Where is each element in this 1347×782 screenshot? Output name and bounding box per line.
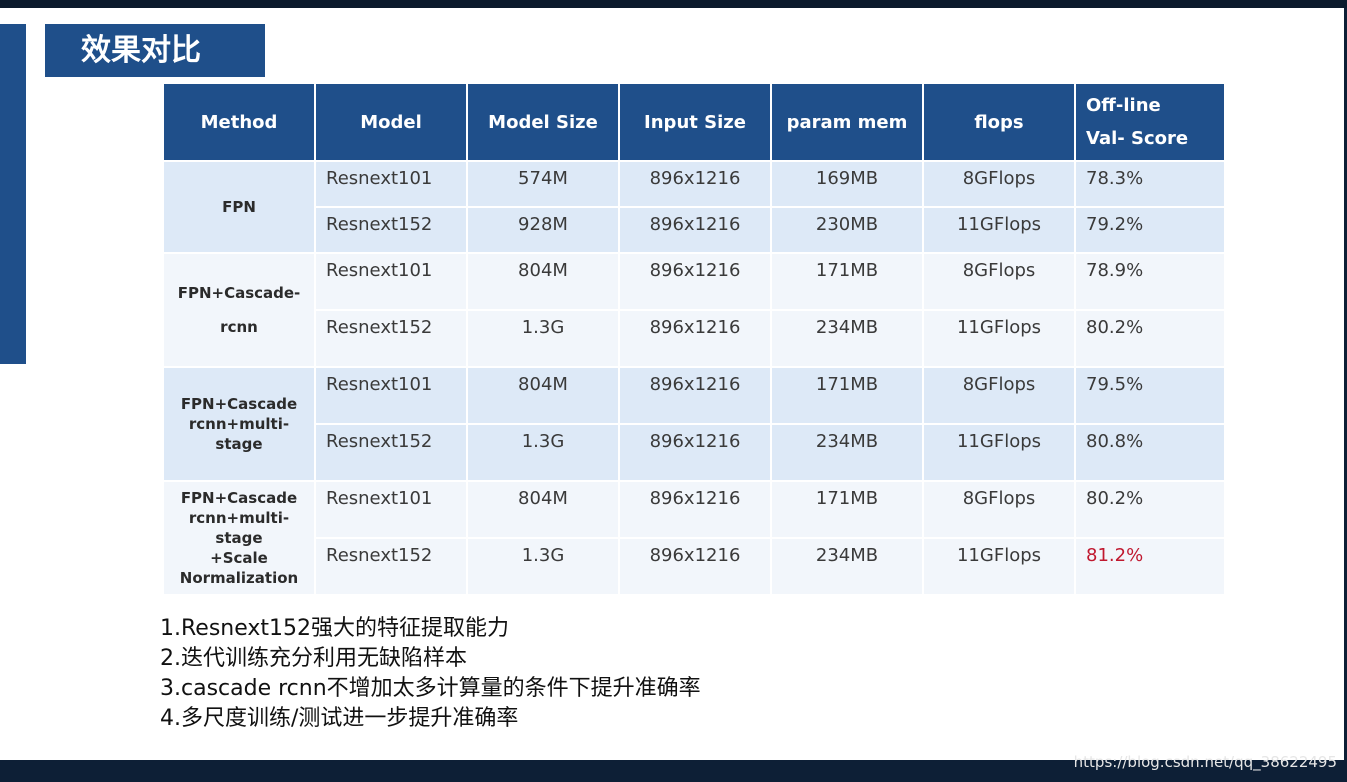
method-cell-fpn-cascade-scale-norm: FPN+Cascade rcnn+multi- stage +Scale Nor… xyxy=(162,480,316,596)
method-cell-fpn: FPN xyxy=(162,160,316,254)
table-row: FPN Resnext101 574M 896x1216 169MB 8GFlo… xyxy=(162,160,1226,254)
model-cell: Resnext101 xyxy=(314,480,468,539)
header-model: Model xyxy=(314,82,468,162)
flops-cell: 11GFlops xyxy=(922,537,1076,596)
param-mem-cell: 234MB xyxy=(770,309,924,368)
method-line: +Scale xyxy=(210,549,268,567)
table-row: Resnext152 1.3G 896x1216 234MB 11GFlops … xyxy=(163,309,1226,368)
flops-cell: 11GFlops xyxy=(922,206,1076,254)
score-cell: 79.2% xyxy=(1074,206,1226,254)
header-score-line-1: Off-line xyxy=(1086,95,1161,116)
flops-cell: 8GFlops xyxy=(922,480,1076,539)
method-line: rcnn xyxy=(220,318,258,336)
method-line: FPN xyxy=(222,198,256,216)
model-size-cell: 1.3G xyxy=(466,309,620,368)
param-mem-cell: 171MB xyxy=(770,252,924,311)
method-line: FPN+Cascade- xyxy=(177,284,301,302)
flops-cell: 8GFlops xyxy=(922,160,1076,208)
slide-title: 效果对比 xyxy=(45,24,265,77)
input-size-cell: 896x1216 xyxy=(618,366,772,425)
method-line: FPN+Cascade xyxy=(180,395,298,413)
input-size-cell: 896x1216 xyxy=(618,252,772,311)
header-model-size: Model Size xyxy=(466,82,620,162)
table-row: Resnext152 1.3G 896x1216 234MB 11GFlops … xyxy=(163,423,1226,482)
param-mem-cell: 230MB xyxy=(770,206,924,254)
watermark-url: https://blog.csdn.net/qq_38622495 xyxy=(1073,753,1337,771)
model-cell: Resnext152 xyxy=(314,537,468,596)
header-offline-val-score: Off-line Val- Score xyxy=(1074,82,1226,162)
input-size-cell: 896x1216 xyxy=(618,423,772,482)
table-row: FPN+Cascade rcnn+multi- stage Resnext101… xyxy=(162,366,1226,482)
model-cell: Resnext101 xyxy=(314,252,468,311)
input-size-cell: 896x1216 xyxy=(618,480,772,539)
model-size-cell: 1.3G xyxy=(466,423,620,482)
method-line: stage xyxy=(215,435,263,453)
score-cell: 80.2% xyxy=(1074,309,1226,368)
score-cell: 80.8% xyxy=(1074,423,1226,482)
conclusion-notes: 1.Resnext152强大的特征提取能力 2.迭代训练充分利用无缺陷样本 3.… xyxy=(160,614,701,734)
table-row: Resnext152 1.3G 896x1216 234MB 11GFlops … xyxy=(163,537,1226,596)
table-row: FPN+Cascade- rcnn Resnext101 804M 896x12… xyxy=(162,252,1226,368)
header-flops: flops xyxy=(922,82,1076,162)
left-accent-bar xyxy=(0,24,26,364)
best-score-cell: 81.2% xyxy=(1074,537,1226,596)
header-method: Method xyxy=(162,82,316,162)
model-size-cell: 1.3G xyxy=(466,537,620,596)
note-item: 4.多尺度训练/测试进一步提升准确率 xyxy=(160,706,519,731)
model-cell: Resnext152 xyxy=(314,206,468,254)
model-size-cell: 928M xyxy=(466,206,620,254)
score-cell: 78.3% xyxy=(1074,160,1226,208)
param-mem-cell: 234MB xyxy=(770,423,924,482)
model-size-cell: 804M xyxy=(466,252,620,311)
model-cell: Resnext101 xyxy=(314,160,468,208)
comparison-table: Method Model Model Size Input Size param… xyxy=(162,82,1226,596)
param-mem-cell: 169MB xyxy=(770,160,924,208)
method-line: rcnn+multi- xyxy=(188,415,290,433)
param-mem-cell: 171MB xyxy=(770,480,924,539)
model-cell: Resnext152 xyxy=(314,423,468,482)
method-line: stage xyxy=(215,529,263,547)
model-size-cell: 804M xyxy=(466,366,620,425)
model-size-cell: 574M xyxy=(466,160,620,208)
flops-cell: 8GFlops xyxy=(922,366,1076,425)
input-size-cell: 896x1216 xyxy=(618,206,772,254)
score-cell: 78.9% xyxy=(1074,252,1226,311)
note-item: 2.迭代训练充分利用无缺陷样本 xyxy=(160,646,467,671)
flops-cell: 11GFlops xyxy=(922,423,1076,482)
param-mem-cell: 234MB xyxy=(770,537,924,596)
method-line: rcnn+multi- xyxy=(188,509,290,527)
param-mem-cell: 171MB xyxy=(770,366,924,425)
input-size-cell: 896x1216 xyxy=(618,160,772,208)
method-cell-fpn-cascade-rcnn: FPN+Cascade- rcnn xyxy=(162,252,316,368)
method-cell-fpn-cascade-multistage: FPN+Cascade rcnn+multi- stage xyxy=(162,366,316,482)
header-score-line-2: Val- Score xyxy=(1086,128,1189,149)
table-row: Resnext152 928M 896x1216 230MB 11GFlops … xyxy=(163,206,1226,254)
flops-cell: 8GFlops xyxy=(922,252,1076,311)
input-size-cell: 896x1216 xyxy=(618,309,772,368)
top-strip xyxy=(0,0,1347,8)
note-item: 3.cascade rcnn不增加太多计算量的条件下提升准确率 xyxy=(160,676,701,701)
method-line: FPN+Cascade xyxy=(180,489,298,507)
model-cell: Resnext152 xyxy=(314,309,468,368)
input-size-cell: 896x1216 xyxy=(618,537,772,596)
table-row: FPN+Cascade rcnn+multi- stage +Scale Nor… xyxy=(162,480,1226,596)
header-input-size: Input Size xyxy=(618,82,772,162)
header-param-mem: param mem xyxy=(770,82,924,162)
flops-cell: 11GFlops xyxy=(922,309,1076,368)
table-header-row: Method Model Model Size Input Size param… xyxy=(162,82,1226,162)
note-item: 1.Resnext152强大的特征提取能力 xyxy=(160,616,510,641)
method-line: Normalization xyxy=(179,569,299,587)
score-cell: 80.2% xyxy=(1074,480,1226,539)
score-cell: 79.5% xyxy=(1074,366,1226,425)
model-size-cell: 804M xyxy=(466,480,620,539)
model-cell: Resnext101 xyxy=(314,366,468,425)
